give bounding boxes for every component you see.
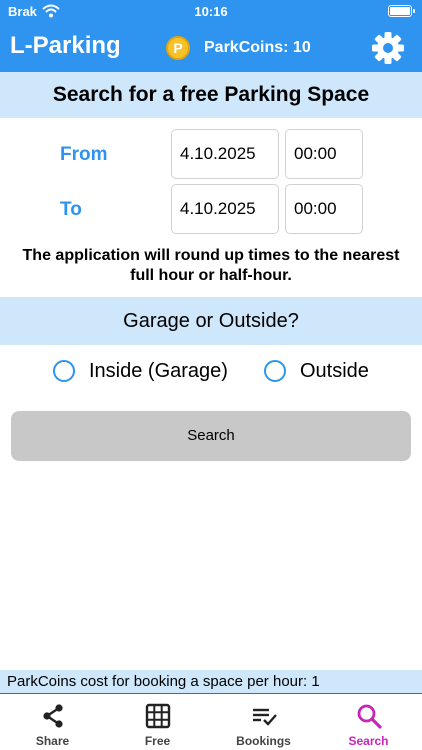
search-icon — [357, 704, 382, 729]
search-button[interactable]: Search — [11, 411, 411, 461]
status-time: 10:16 — [194, 4, 228, 19]
outside-radio[interactable]: Outside — [264, 358, 369, 384]
to-label: To — [60, 199, 82, 220]
to-date-field[interactable]: 4.10.2025 — [171, 184, 279, 234]
rounding-note: The application will round up times to t… — [22, 247, 400, 284]
tab-bar: Share Free Bookings Search — [0, 695, 422, 750]
parkcoins-balance: ParkCoins: 10 — [204, 39, 311, 56]
share-icon — [43, 704, 63, 728]
battery-icon — [388, 5, 415, 17]
grid-icon — [145, 703, 171, 729]
app-title: L-Parking — [10, 32, 121, 59]
from-date-field[interactable]: 4.10.2025 — [171, 129, 279, 179]
tab-bookings-label: Bookings — [236, 734, 291, 748]
inside-garage-label: Inside (Garage) — [89, 359, 228, 382]
status-bar: Brak 10:16 — [0, 0, 422, 24]
inside-garage-radio[interactable]: Inside (Garage) — [53, 358, 228, 384]
tab-share[interactable]: Share — [0, 695, 105, 750]
location-section-title: Garage or Outside? — [0, 297, 422, 345]
tab-free[interactable]: Free — [105, 695, 210, 750]
tab-free-label: Free — [144, 734, 171, 748]
checklist-icon — [253, 708, 277, 726]
tab-search-label: Search — [348, 734, 389, 748]
radio-circle-icon — [264, 360, 286, 382]
parkcoin-icon: P — [166, 36, 190, 60]
outside-label: Outside — [300, 359, 369, 382]
search-section-title: Search for a free Parking Space — [0, 72, 422, 118]
to-time-field[interactable]: 00:00 — [285, 184, 363, 234]
from-time-field[interactable]: 00:00 — [285, 129, 363, 179]
tab-bookings[interactable]: Bookings — [211, 695, 316, 750]
app-screen: Brak 10:16 L-Parking P ParkCoins: 10 Sea… — [0, 0, 422, 750]
radio-circle-icon — [53, 360, 75, 382]
tab-search[interactable]: Search — [316, 695, 421, 750]
settings-gear-icon[interactable] — [371, 31, 405, 65]
from-label: From — [60, 144, 108, 165]
app-header: Brak 10:16 L-Parking P ParkCoins: 10 — [0, 0, 422, 72]
cost-info-bar: ParkCoins cost for booking a space per h… — [0, 670, 422, 694]
tab-share-label: Share — [35, 734, 70, 748]
